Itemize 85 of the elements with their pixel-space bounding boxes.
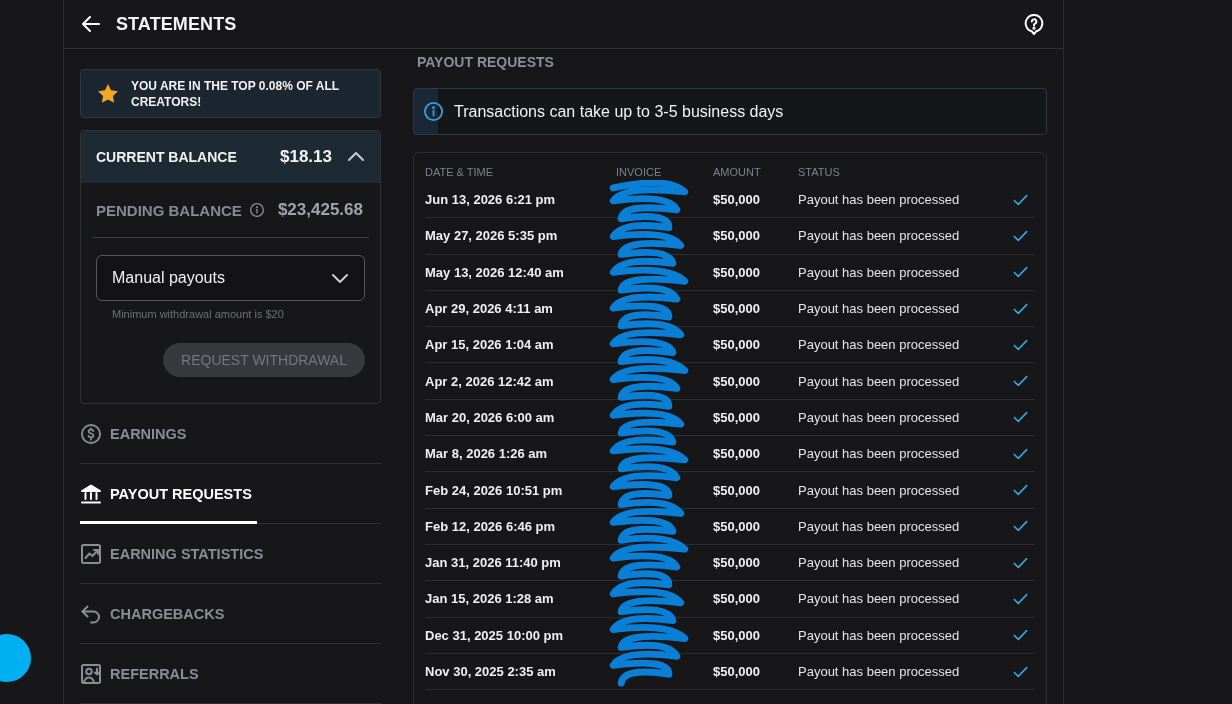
balance-title: CURRENT BALANCE [96, 149, 237, 165]
amount-cell: $50,000 [713, 446, 760, 462]
date-cell: Mar 8, 2026 1:26 am [425, 446, 548, 462]
page-title: STATEMENTS [116, 13, 237, 35]
sidebar-tab[interactable]: EARNING STATISTICS [80, 524, 269, 584]
check-icon [1013, 592, 1028, 605]
check-icon [1013, 556, 1028, 569]
amount-cell: $50,000 [713, 591, 760, 607]
check-icon [1013, 375, 1028, 388]
check-icon [1013, 484, 1028, 496]
amount-cell: $50,000 [713, 555, 760, 571]
bank-icon [81, 484, 101, 504]
column-header: DATE & TIME [425, 166, 494, 179]
check-icon [1013, 266, 1028, 279]
amount-cell: $50,000 [713, 373, 760, 389]
balance-amount: $18.13 [280, 147, 332, 167]
amount-cell: $50,000 [713, 518, 760, 534]
sidebar-tab[interactable]: PAYOUT REQUESTS [80, 464, 257, 524]
amount-cell: $50,000 [713, 228, 760, 244]
line-chart-icon [81, 544, 101, 564]
date-cell: Apr 15, 2026 1:04 am [425, 337, 554, 353]
status-cell: Payout has been processed [798, 518, 960, 534]
date-cell: Jan 15, 2026 1:28 am [425, 591, 554, 607]
check-icon [1013, 629, 1028, 642]
column-header: AMOUNT [713, 166, 761, 179]
info-icon[interactable] [249, 203, 264, 217]
help-icon[interactable] [1024, 13, 1044, 35]
amount-cell: $50,000 [713, 627, 760, 643]
amount-cell: $50,000 [713, 409, 760, 425]
status-cell: Payout has been processed [798, 482, 960, 498]
status-cell: Payout has been processed [798, 591, 960, 607]
status-cell: Payout has been processed [798, 373, 960, 389]
dollar-circle-icon [81, 424, 101, 444]
sidebar-tab[interactable]: EARNINGS [80, 404, 192, 464]
check-icon [1013, 520, 1028, 533]
check-icon [1013, 665, 1028, 678]
check-icon [1013, 338, 1028, 351]
status-cell: Payout has been processed [798, 192, 960, 208]
payout-method-select[interactable]: Manual payouts [96, 255, 365, 301]
status-cell: Payout has been processed [798, 337, 960, 353]
status-cell: Payout has been processed [798, 228, 960, 244]
date-cell: Jun 13, 2026 6:21 pm [425, 192, 556, 208]
date-cell: Apr 29, 2026 4:11 am [425, 301, 553, 317]
date-cell: May 13, 2026 12:40 am [425, 264, 564, 280]
info-icon [424, 102, 443, 121]
status-cell: Payout has been processed [798, 301, 960, 317]
check-icon [1013, 411, 1028, 424]
back-arrow-icon[interactable] [82, 15, 100, 33]
status-cell: Payout has been processed [798, 409, 960, 425]
notice-text: Transactions can take up to 3-5 business days [454, 102, 784, 121]
pending-balance-label: PENDING BALANCE [96, 201, 242, 219]
check-icon [1013, 229, 1028, 242]
amount-cell: $50,000 [713, 301, 760, 317]
sidebar-tab[interactable]: CHARGEBACKS [80, 584, 230, 644]
amount-cell: $50,000 [713, 192, 760, 208]
date-cell: Feb 24, 2026 10:51 pm [425, 482, 563, 498]
amount-cell: $50,000 [713, 337, 760, 353]
check-icon [1013, 193, 1028, 206]
status-cell: Payout has been processed [798, 664, 960, 679]
date-cell: Apr 2, 2026 12:42 am [425, 373, 554, 389]
status-cell: Payout has been processed [798, 555, 960, 571]
date-cell: Mar 20, 2026 6:00 am [425, 409, 555, 425]
date-cell: Jan 31, 2026 11:40 pm [425, 555, 561, 571]
check-icon [1013, 302, 1028, 315]
amount-cell: $50,000 [713, 664, 760, 679]
rank-text: YOU ARE IN THE TOP 0.08% OF ALL CREATORS! [131, 77, 340, 110]
check-icon [1013, 447, 1028, 460]
date-cell: Nov 30, 2025 2:35 am [425, 664, 556, 679]
pending-balance-amount: $23,425.68 [277, 200, 363, 220]
undo-arrow-icon [81, 604, 101, 624]
status-cell: Payout has been processed [798, 264, 960, 280]
date-cell: Feb 12, 2026 6:46 pm [425, 518, 556, 534]
sidebar-tab[interactable]: REFERRALS [80, 644, 204, 704]
status-cell: Payout has been processed [798, 446, 960, 462]
column-header: INVOICE [616, 166, 662, 179]
column-header: STATUS [798, 166, 840, 179]
section-title: PAYOUT REQUESTS [417, 54, 554, 71]
status-cell: Payout has been processed [798, 627, 960, 643]
person-card-icon [81, 664, 101, 684]
date-cell: Dec 31, 2025 10:00 pm [425, 627, 564, 643]
amount-cell: $50,000 [713, 482, 760, 498]
amount-cell: $50,000 [713, 264, 760, 280]
date-cell: May 27, 2026 5:35 pm [425, 228, 558, 244]
star-icon [98, 84, 118, 103]
withdrawal-hint: Minimum withdrawal amount is $20 [112, 307, 284, 321]
